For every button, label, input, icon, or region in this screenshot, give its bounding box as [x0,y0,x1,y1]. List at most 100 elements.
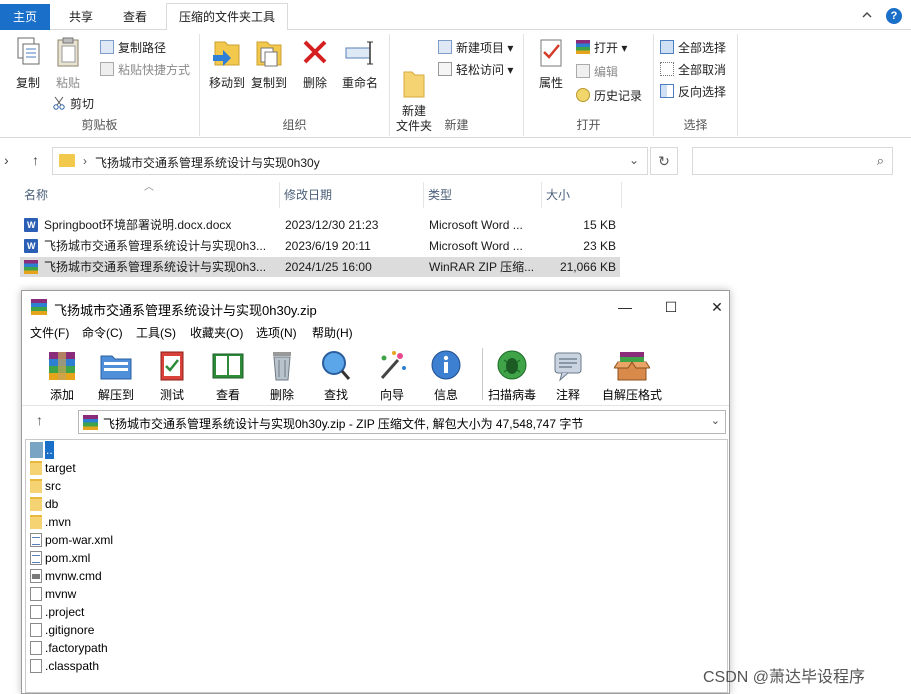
item-name: pom.xml [45,551,91,565]
folder-icon [30,497,42,511]
file-name: 飞扬城市交通系管理系统设计与实现0h3... [44,239,267,253]
file-type: Microsoft Word ... [429,239,523,253]
tab-share[interactable]: 共享 [56,4,106,30]
select-all-icon [660,40,674,54]
archive-path-bar[interactable]: 飞扬城市交通系管理系统设计与实现0h30y.zip - ZIP 压缩文件, 解包… [78,410,726,434]
paste-button[interactable]: 粘贴 [50,36,86,91]
select-none-button[interactable]: 全部取消 [660,60,726,80]
copy-to-icon [253,36,285,70]
search-input[interactable]: ⌕ [692,147,893,175]
menu-help[interactable]: 帮助(H) [312,324,353,341]
rename-button[interactable]: 重命名 [338,36,382,91]
menu-commands[interactable]: 命令(C) [82,324,123,341]
winrar-icon [576,40,590,54]
invert-selection-button[interactable]: 反向选择 [660,82,726,102]
winrar-menubar: 文件(F) 命令(C) 工具(S) 收藏夹(O) 选项(N) 帮助(H) [22,323,729,343]
copy-path-icon [100,40,114,54]
delete-archive-label: 删除 [269,388,294,402]
copy-path-button[interactable]: 复制路径 [100,38,166,58]
help-icon[interactable]: ? [886,8,902,24]
invert-selection-label: 反向选择 [678,85,727,99]
chevron-down-icon[interactable]: ⌄ [629,153,639,167]
open-button[interactable]: 打开 ▾ [576,38,627,58]
find-label: 查找 [323,388,348,402]
word-icon [24,239,38,253]
easy-access-button[interactable]: 轻松访问 ▾ [438,60,513,80]
chevron-up-icon[interactable] [861,9,873,21]
rar-icon [24,260,38,274]
file-row-selected[interactable]: 飞扬城市交通系管理系统设计与实现0h3... 2024/1/25 16:00 W… [20,257,620,277]
up-arrow-icon[interactable]: ↑ [36,412,43,428]
item-name: .mvn [45,515,72,529]
address-bar[interactable]: › 飞扬城市交通系管理系统设计与实现0h30y ⌄ [52,147,648,175]
menu-options[interactable]: 选项(N) [256,324,297,341]
item-name: .classpath [45,659,100,673]
menu-file[interactable]: 文件(F) [30,324,69,341]
select-all-button[interactable]: 全部选择 [660,38,726,58]
chevron-down-icon[interactable]: ⌄ [711,414,720,427]
up-arrow-icon[interactable]: ↑ [32,152,39,168]
delete-button[interactable]: 删除 [298,36,332,91]
invert-selection-icon [660,84,674,98]
scissors-icon [52,96,66,110]
column-header-type[interactable]: 类型 [424,182,542,208]
tab-view[interactable]: 查看 [112,4,158,30]
copy-to-button[interactable]: 复制到 [248,36,290,91]
move-to-button[interactable]: 移动到 [206,36,248,91]
history-button[interactable]: 历史记录 [576,86,642,106]
maximize-icon[interactable]: ☐ [656,296,686,318]
copy-path-label: 复制路径 [118,41,167,55]
file-size: 15 KB [583,218,616,232]
tab-home[interactable]: 主页 [0,4,50,30]
item-name: src [45,479,61,493]
paste-shortcut-button[interactable]: 粘贴快捷方式 [100,60,190,80]
winrar-titlebar[interactable]: 飞扬城市交通系管理系统设计与实现0h30y.zip — ☐ ✕ [22,291,729,323]
menu-tools[interactable]: 工具(S) [136,324,176,341]
minimize-icon[interactable]: — [610,296,640,318]
file-size: 23 KB [583,239,616,253]
breadcrumb-separator-icon: › [83,154,87,168]
copy-to-label: 复制到 [250,76,287,90]
comment-icon [550,348,586,382]
tab-compressed-folder-tools[interactable]: 压缩的文件夹工具 [166,3,288,31]
info-button[interactable]: 信息 [418,348,474,403]
file-row[interactable]: 飞扬城市交通系管理系统设计与实现0h3... 2023/6/19 20:11 M… [20,236,620,256]
sfx-button[interactable]: 自解压格式 [598,348,666,403]
clipboard-group: 复制 粘贴 复制路径 粘贴快捷方式 剪切 剪贴板 [0,34,200,136]
column-header-name[interactable]: 名称 [20,182,280,208]
edit-icon [576,64,590,78]
properties-button[interactable]: 属性 [534,36,568,91]
add-button[interactable]: 添加 [34,348,90,403]
scan-virus-button[interactable]: 扫描病毒 [482,348,542,403]
close-icon[interactable]: ✕ [702,296,732,318]
new-item-button[interactable]: 新建项目 ▾ [438,38,513,58]
copy-label: 复制 [15,76,40,90]
item-name: db [45,497,59,511]
archive-path-text: 飞扬城市交通系管理系统设计与实现0h30y.zip - ZIP 压缩文件, 解包… [103,417,584,431]
wizard-button[interactable]: 向导 [364,348,420,403]
parent-folder-icon [30,442,43,458]
column-header-modified[interactable]: 修改日期 [280,182,424,208]
refresh-icon[interactable]: ↻ [650,147,678,175]
edit-button[interactable]: 编辑 [576,62,618,82]
back-arrow-icon[interactable]: › [4,152,9,168]
properties-icon [535,36,567,70]
find-button[interactable]: 查找 [308,348,364,403]
delete-archive-button[interactable]: 删除 [254,348,310,403]
info-label: 信息 [433,388,458,402]
open-label: 打开 [594,41,619,55]
menu-favorites[interactable]: 收藏夹(O) [190,324,243,341]
ribbon-tabbar: 主页 共享 查看 压缩的文件夹工具 ? [0,0,911,31]
add-archive-icon [44,348,80,382]
test-button[interactable]: 测试 [144,348,200,403]
file-size: 21,066 KB [559,260,616,274]
view-button[interactable]: 查看 [200,348,256,403]
cut-button[interactable]: 剪切 [52,94,94,114]
comment-button[interactable]: 注释 [540,348,596,403]
copy-button[interactable]: 复制 [8,36,48,91]
file-row[interactable]: Springboot环境部署说明.docx.docx 2023/12/30 21… [20,215,620,235]
column-header-size[interactable]: 大小 [542,182,622,208]
search-icon: ⌕ [876,153,884,168]
extract-to-button[interactable]: 解压到 [88,348,144,403]
edit-label: 编辑 [594,65,619,79]
